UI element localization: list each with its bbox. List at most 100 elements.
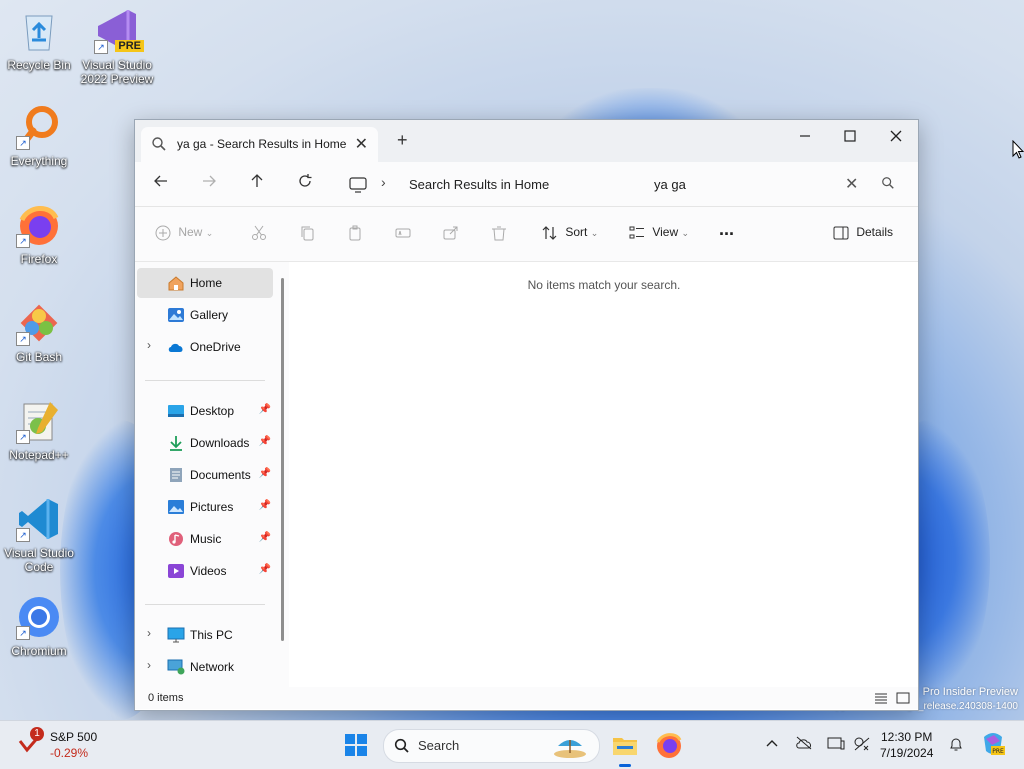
paste-icon [347,225,363,241]
desktop-icon-label: Git Bash [15,350,63,364]
desktop-icon-visual-studio-preview[interactable]: PRE ↗ Visual Studio 2022 Preview [80,8,154,86]
desktop-icon-git-bash[interactable]: ↗ Git Bash [2,300,76,364]
recycle-bin-icon [16,8,62,54]
view-button[interactable]: View ⌄ [629,225,689,241]
rename-icon [395,225,411,239]
copy-button[interactable] [299,225,315,241]
paste-button[interactable] [347,225,363,241]
breadcrumb-path[interactable]: Search Results in Home [409,177,549,192]
share-button[interactable] [443,225,459,241]
nav-label: This PC [190,628,233,642]
desktop-icon-firefox[interactable]: ↗ Firefox [2,202,76,266]
pin-icon: 📌 [258,436,271,447]
everything-search-icon: ↗ [16,104,62,150]
clock-date: 7/19/2024 [880,746,934,760]
desktop-icon-everything[interactable]: ↗ Everything [2,104,76,168]
details-pane-icon [833,225,849,240]
chevron-right-icon[interactable]: › [147,658,151,672]
new-button[interactable]: New ⌄ [155,225,213,241]
onedrive-offline-icon[interactable] [795,736,813,753]
taskbar: 1 S&P 500 -0.29% Search 12:30 PM 7/19/20… [0,720,1024,769]
gallery-icon [167,307,185,323]
clock-time: 12:30 PM [881,730,933,744]
nav-item-documents[interactable]: Documents 📌 [137,460,273,490]
git-bash-icon: ↗ [16,300,62,346]
desktop-icon-chromium[interactable]: ↗ Chromium [2,594,76,658]
nav-item-network[interactable]: › Network [137,652,273,682]
refresh-button[interactable] [294,173,316,195]
back-button[interactable] [150,173,172,195]
close-tab-icon[interactable]: ✕ [355,134,368,154]
nav-scrollbar[interactable] [281,278,284,641]
shortcut-arrow-icon: ↗ [94,40,108,54]
nav-item-gallery[interactable]: Gallery [137,300,273,330]
videos-icon [167,563,185,579]
chevron-down-icon: ⌄ [681,228,690,239]
rename-button[interactable] [395,225,411,241]
copy-icon [299,225,315,241]
taskbar-search-box[interactable]: Search [383,729,600,763]
nav-item-this-pc[interactable]: › This PC [137,620,273,650]
sort-button[interactable]: Sort ⌄ [542,225,598,241]
search-icon[interactable] [881,176,895,193]
taskbar-firefox[interactable] [653,729,685,761]
pin-icon: 📌 [258,532,271,543]
system-clock[interactable]: 12:30 PM 7/19/2024 [880,729,933,761]
nav-divider [145,604,265,605]
search-placeholder: Search [418,738,460,753]
chevron-right-icon[interactable]: › [147,626,151,640]
cut-button[interactable] [251,225,267,241]
shortcut-arrow-icon: ↗ [16,234,30,248]
desktop-icon-vscode[interactable]: ↗ Visual Studio Code [2,496,76,574]
taskbar-file-explorer[interactable] [609,729,641,767]
start-button[interactable] [340,729,372,761]
results-pane: No items match your search. [290,262,918,687]
nav-item-videos[interactable]: Videos 📌 [137,556,273,586]
close-window-button[interactable] [873,124,919,152]
forward-button[interactable] [198,173,220,195]
item-count: 0 items [148,692,184,704]
display-icon[interactable] [827,736,845,755]
new-tab-button[interactable]: + [397,130,408,151]
shortcut-arrow-icon: ↗ [16,136,30,150]
search-input[interactable]: ya ga ✕ [640,169,906,199]
pre-badge: PRE [115,40,144,52]
desktop-icon-recycle-bin[interactable]: Recycle Bin [2,8,76,72]
nav-item-onedrive[interactable]: › OneDrive [137,332,273,362]
maximize-button[interactable] [827,124,873,152]
chromium-icon: ↗ [16,594,62,640]
chevron-right-icon[interactable]: › [381,174,386,190]
this-pc-icon [167,627,185,643]
network-disconnected-icon[interactable] [853,736,871,755]
nav-item-downloads[interactable]: Downloads 📌 [137,428,273,458]
notification-badge: 1 [30,727,44,741]
new-label: New [178,225,203,240]
sort-icon [542,225,558,240]
nav-item-desktop[interactable]: Desktop 📌 [137,396,273,426]
pin-icon: 📌 [258,500,271,511]
desktop-icon-notepad-plus-plus[interactable]: ↗ Notepad++ [2,398,76,462]
nav-label: Videos [190,564,227,578]
nav-label: Documents [190,468,251,482]
more-options-button[interactable]: ... [719,219,734,240]
clear-search-icon[interactable]: ✕ [845,174,858,194]
breadcrumb[interactable]: › Search Results in Home [345,174,635,196]
delete-button[interactable] [491,225,507,241]
nav-item-music[interactable]: Music 📌 [137,524,273,554]
notification-bell-icon[interactable] [948,736,964,755]
copilot-preview-icon[interactable]: PRE [980,731,1006,760]
nav-label: Gallery [190,308,229,322]
chevron-right-icon[interactable]: › [147,338,151,352]
large-icons-view-icon[interactable] [896,691,910,708]
address-bar-row: › Search Results in Home ya ga ✕ [135,162,918,207]
details-button[interactable]: Details [833,225,893,240]
nav-item-home[interactable]: Home [137,268,273,298]
nav-item-pictures[interactable]: Pictures 📌 [137,492,273,522]
minimize-button[interactable] [782,124,828,152]
details-view-icon[interactable] [874,691,888,708]
up-button[interactable] [246,173,268,195]
desktop-folder-icon [167,403,185,419]
tab-search-results[interactable]: ya ga - Search Results in Home ✕ [141,127,378,162]
chevron-up-icon[interactable] [766,736,778,751]
trash-icon [491,225,507,241]
